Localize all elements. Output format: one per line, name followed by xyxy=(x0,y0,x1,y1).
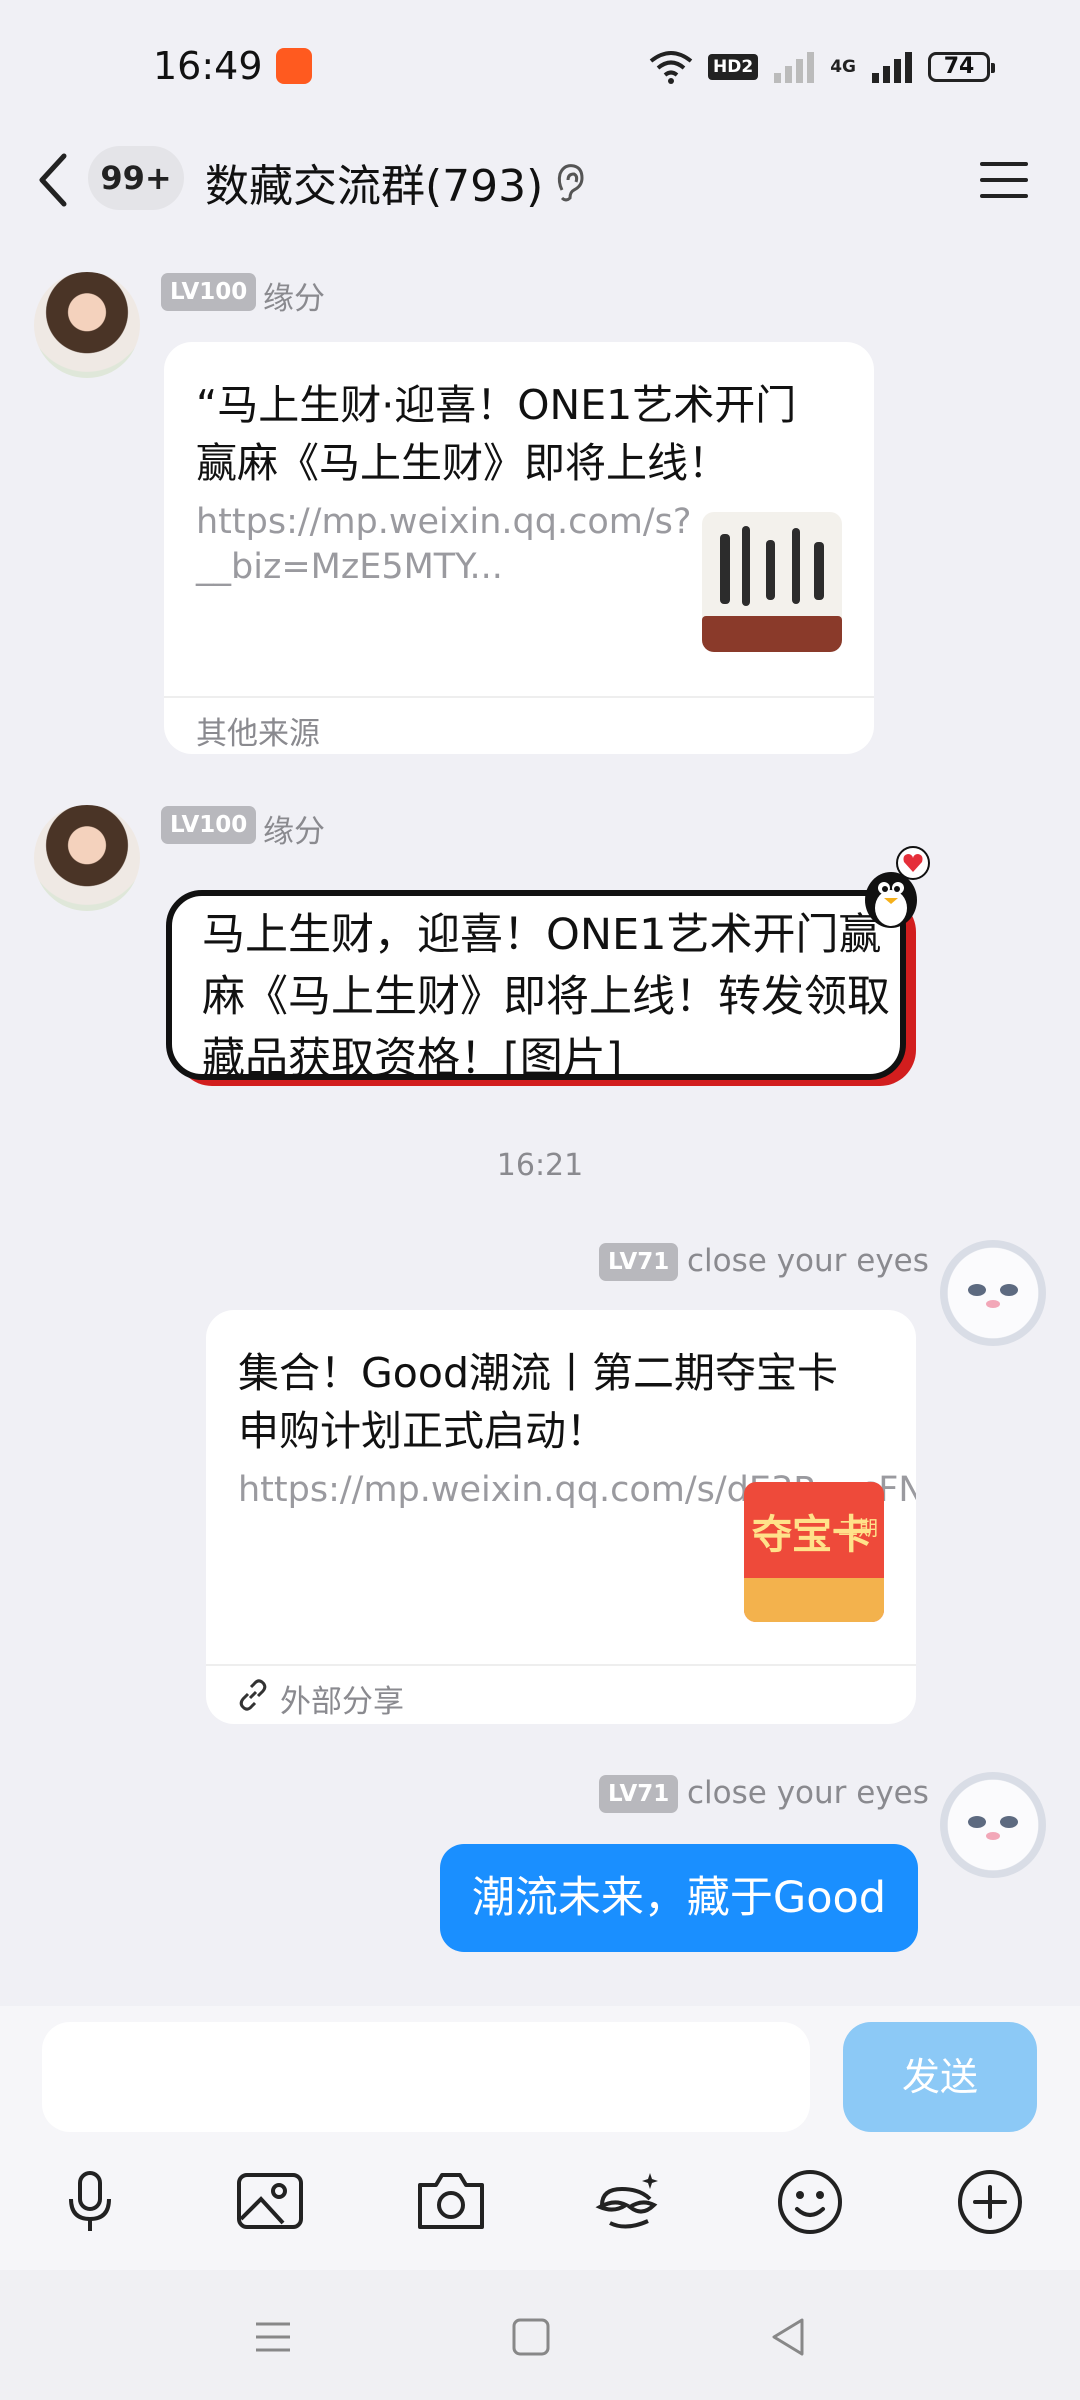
message-bubble[interactable]: 潮流未来，藏于Good xyxy=(440,1844,918,1952)
hd-voice-icon: HD2 xyxy=(708,54,759,80)
level-badge: LV71 xyxy=(599,1243,679,1281)
card-source: 其他来源 xyxy=(196,716,320,752)
signal-empty-icon xyxy=(774,52,815,83)
card-source: 外部分享 xyxy=(280,1684,404,1720)
sender-nickname[interactable]: close your eyes xyxy=(687,1243,929,1279)
link-card[interactable]: “马上生财·迎喜！ONE1艺术开门赢麻《马上生财》即将上线！ https://m… xyxy=(164,342,874,754)
taobao-app-icon xyxy=(276,48,312,84)
card-thumbnail: 夺宝卡 二期 xyxy=(744,1482,884,1622)
microphone-icon[interactable] xyxy=(53,2165,127,2239)
image-icon[interactable] xyxy=(233,2165,307,2239)
back-arrow-icon[interactable] xyxy=(34,150,74,210)
wifi-icon xyxy=(649,51,693,84)
chat-header: 99+ 数藏交流群(793) xyxy=(0,130,1080,230)
emoji-icon[interactable] xyxy=(773,2165,847,2239)
battery-icon: 74 xyxy=(928,52,995,82)
message-bubble[interactable]: 马上生财，迎喜！ONE1艺术开门赢麻《马上生财》即将上线！转发领取藏品获取资格！… xyxy=(166,890,906,1084)
level-badge: LV100 xyxy=(161,806,257,844)
menu-icon[interactable] xyxy=(978,154,1030,206)
send-button[interactable]: 发送 xyxy=(843,2022,1037,2132)
card-url: https://mp.weixin.qq.com/s?__biz=MzE5MTY… xyxy=(196,502,692,587)
card-footer: 其他来源 xyxy=(164,696,874,754)
status-bar: 16:49 HD2 4G 74 xyxy=(0,0,1080,130)
sender-nickname[interactable]: 缘分 xyxy=(263,273,325,318)
home-icon[interactable] xyxy=(508,2314,554,2360)
avatar[interactable] xyxy=(940,1240,1046,1346)
camera-icon[interactable] xyxy=(414,2165,488,2239)
thumbnail-subtext: 二期 xyxy=(838,1516,878,1540)
message-timestamp: 16:21 xyxy=(496,1148,584,1183)
avatar[interactable] xyxy=(34,805,140,911)
glasses-effect-icon[interactable] xyxy=(592,2165,666,2239)
card-thumbnail xyxy=(702,512,842,652)
recent-apps-icon[interactable] xyxy=(250,2314,296,2360)
status-time: 16:49 xyxy=(153,44,263,88)
avatar[interactable] xyxy=(940,1772,1046,1878)
plus-icon[interactable] xyxy=(953,2165,1027,2239)
unread-count-badge[interactable]: 99+ xyxy=(88,146,184,210)
message-input[interactable] xyxy=(42,2022,810,2132)
back-triangle-icon[interactable] xyxy=(766,2314,812,2360)
message-text: 马上生财，迎喜！ONE1艺术开门赢麻《马上生财》即将上线！转发领取藏品获取资格！… xyxy=(202,910,890,1084)
sender-nickname[interactable]: 缘分 xyxy=(263,806,325,851)
card-footer: 外部分享 xyxy=(206,1664,916,1724)
signal-full-icon xyxy=(872,52,912,83)
network-type: 4G xyxy=(830,57,856,77)
sender-nickname[interactable]: close your eyes xyxy=(687,1775,929,1811)
heart-icon xyxy=(896,846,930,880)
card-url: https://mp.weixin.qq.com/s/dE3RvvcFNQJXt… xyxy=(238,1470,916,1510)
avatar[interactable] xyxy=(34,272,140,378)
chat-title[interactable]: 数藏交流群(793) xyxy=(205,150,543,214)
card-title: “马上生财·迎喜！ONE1艺术开门赢麻《马上生财》即将上线！ xyxy=(196,381,797,487)
card-title: 集合！Good潮流丨第二期夺宝卡申购计划正式启动！ xyxy=(238,1349,838,1455)
level-badge: LV71 xyxy=(599,1775,679,1813)
level-badge: LV100 xyxy=(161,273,257,311)
link-card[interactable]: 集合！Good潮流丨第二期夺宝卡申购计划正式启动！ https://mp.wei… xyxy=(206,1310,916,1724)
status-icons: HD2 4G 74 xyxy=(648,44,995,90)
link-icon xyxy=(239,1679,267,1711)
system-navigation-bar xyxy=(0,2270,1080,2400)
ear-mode-icon[interactable] xyxy=(554,162,586,202)
